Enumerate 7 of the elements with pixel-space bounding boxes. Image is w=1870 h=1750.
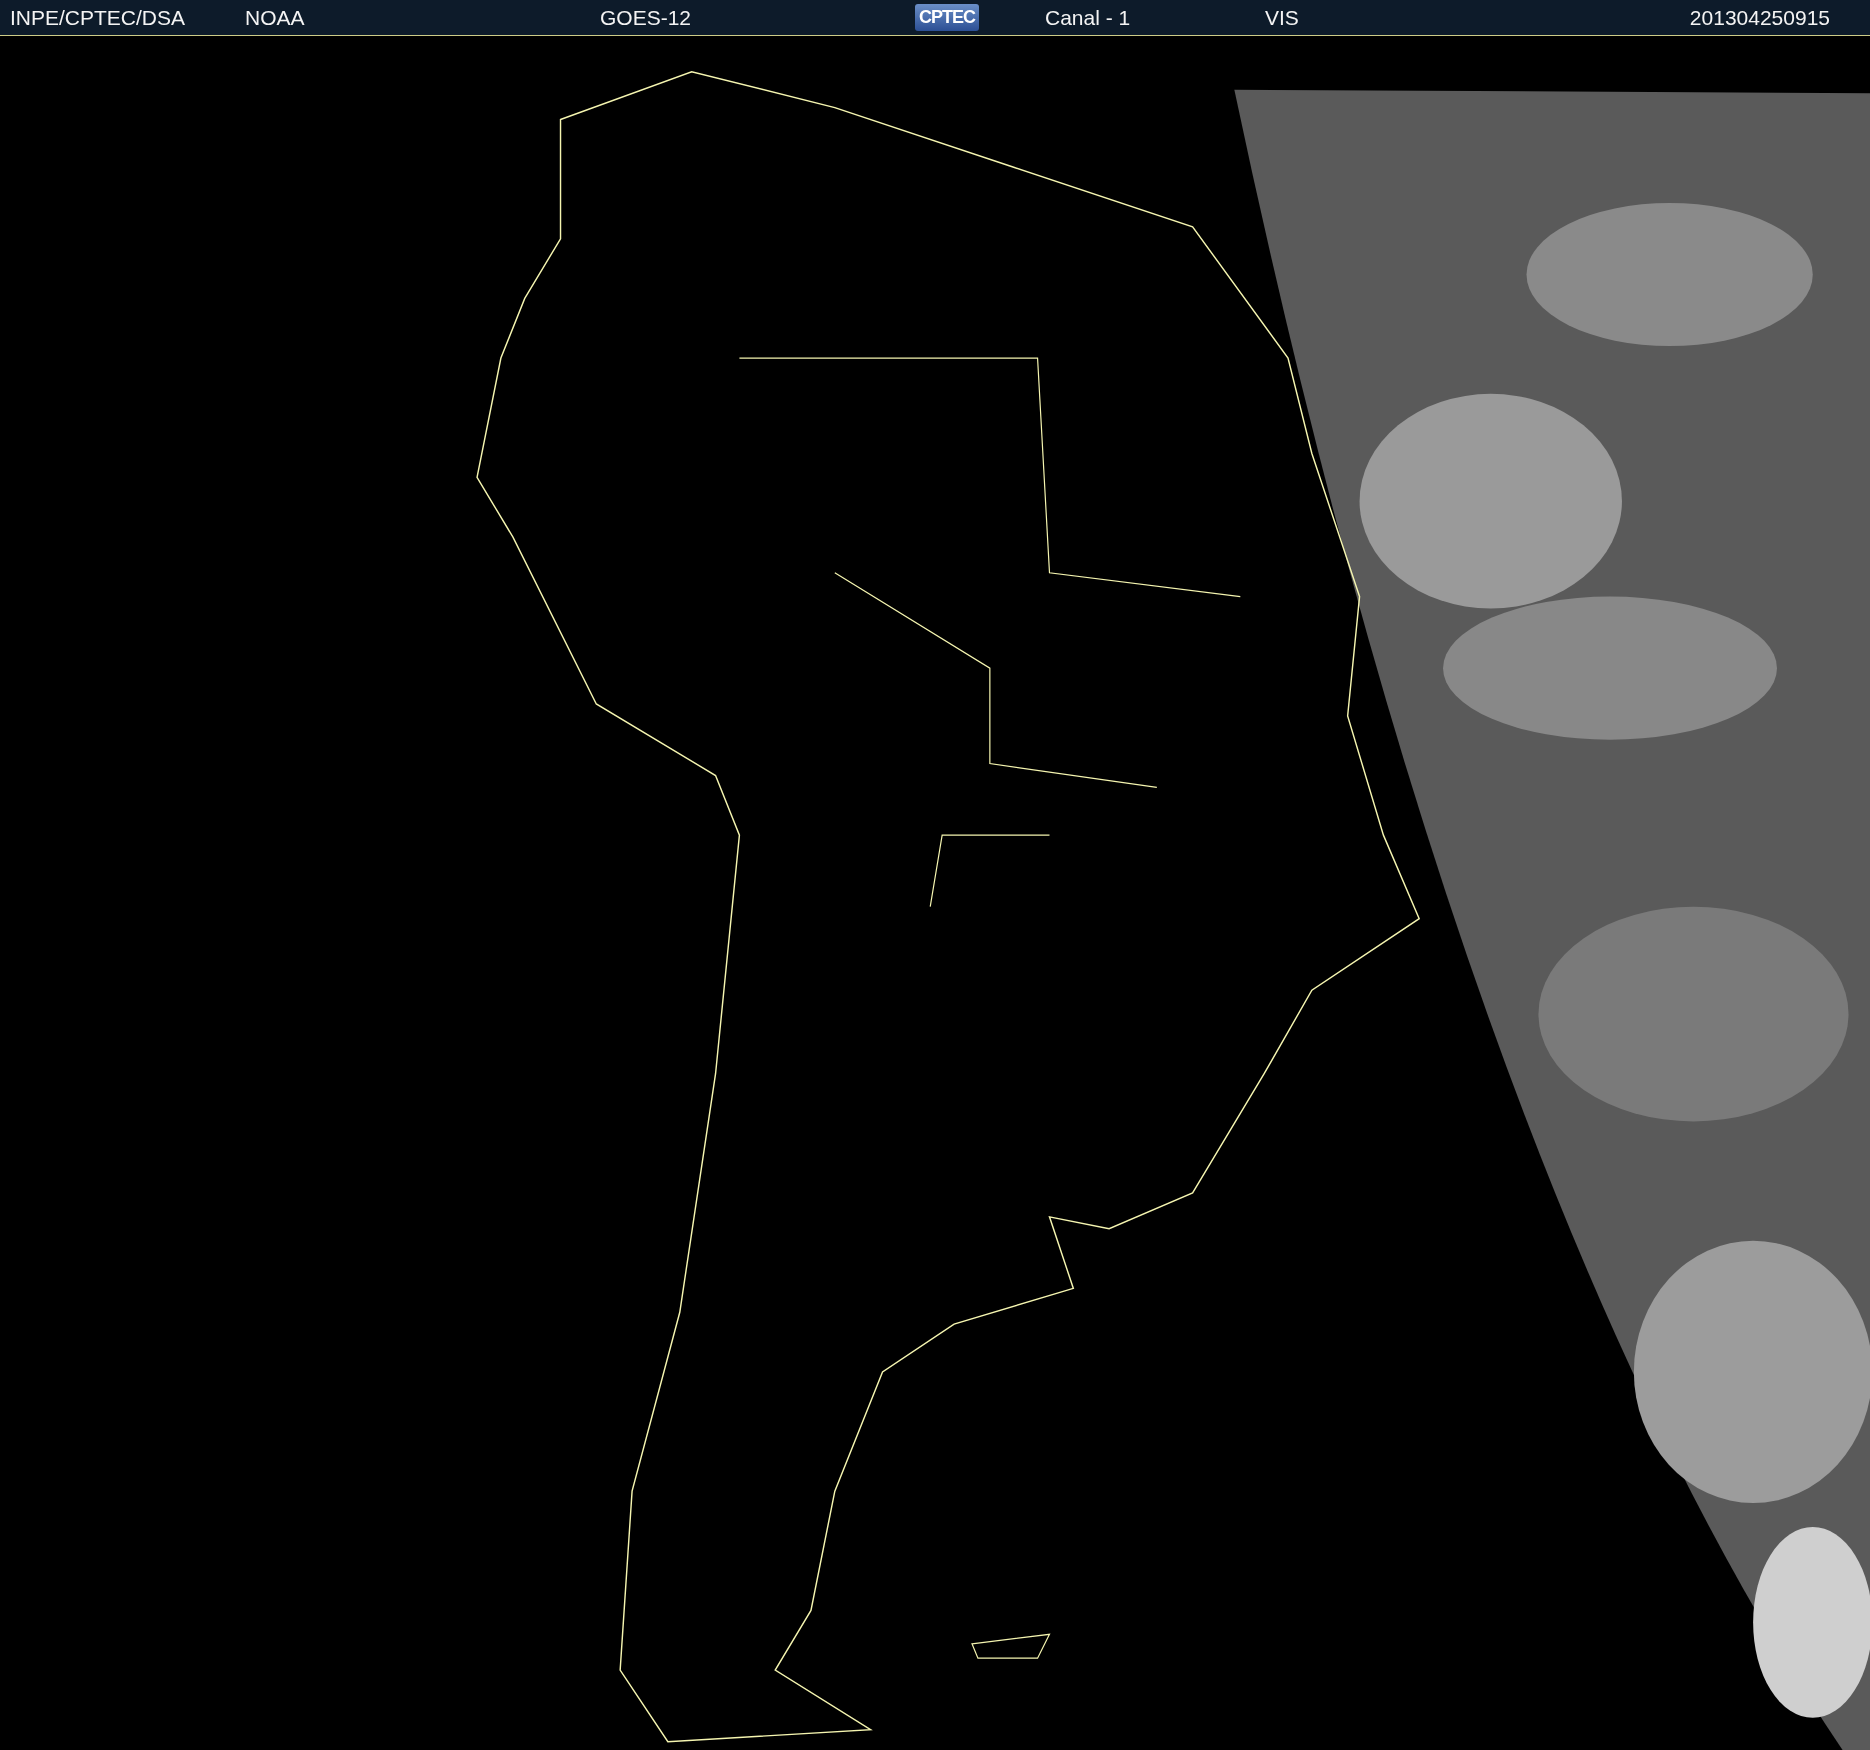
header-label: NOAA bbox=[245, 5, 305, 30]
header-label: 201304250915 bbox=[1689, 5, 1830, 30]
header-label: VIS bbox=[1265, 5, 1299, 30]
header-label: Canal - 1 bbox=[1045, 5, 1131, 30]
header-label: GOES-12 bbox=[600, 5, 692, 30]
agency-logo: CPTEC bbox=[915, 4, 979, 31]
header-label: INPE/CPTEC/DSA bbox=[10, 5, 186, 30]
